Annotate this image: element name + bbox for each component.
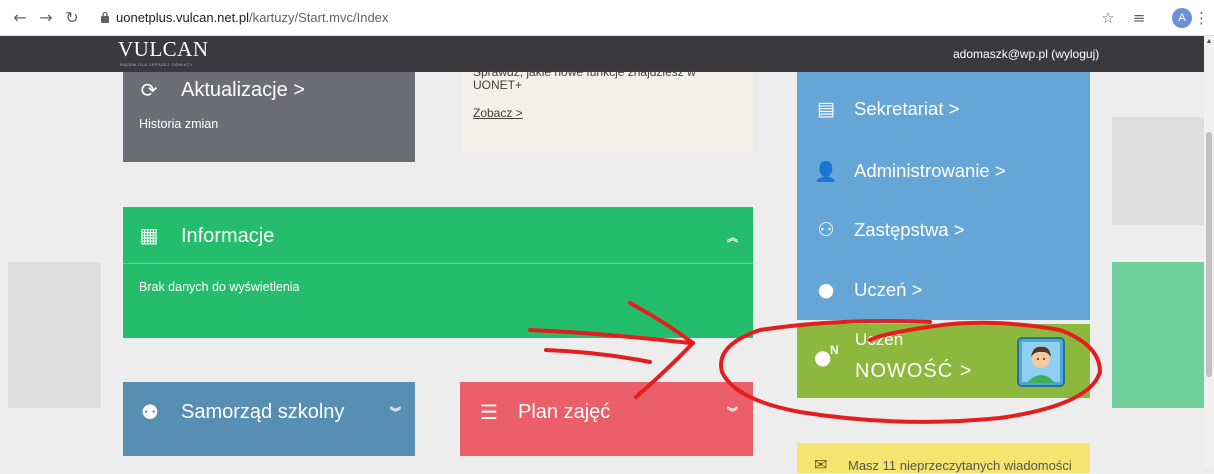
informacje-title[interactable]: Informacje (181, 224, 274, 248)
chevron-down-icon[interactable]: ︾ (727, 404, 738, 420)
profile-avatar[interactable]: A (1172, 8, 1192, 28)
divider (123, 263, 753, 264)
vulcan-logo[interactable]: VULCAN (118, 38, 209, 60)
nowosc-title-line1[interactable]: Uczeń (855, 331, 903, 349)
aktualizacje-subtitle[interactable]: Historia zmian (139, 117, 218, 131)
logo-tagline: RAZEM DLA LEPSZEJ OŚWIATY (120, 62, 193, 67)
informacje-body: Brak danych do wyświetlenia (139, 280, 300, 294)
server-icon: ▤ (817, 98, 835, 120)
user-logout-link[interactable]: adomaszk@wp.pl (wyloguj) (953, 47, 1099, 61)
new-badge: N (830, 343, 839, 357)
menu-item-uczen[interactable]: ● Uczeń > (810, 273, 1080, 307)
samorzad-title[interactable]: Samorząd szkolny (181, 400, 344, 424)
scroll-up-arrow-icon[interactable]: ▲ (1205, 38, 1213, 46)
users-icon: ⚉ (141, 400, 159, 424)
arrow-right-icon[interactable]: → (36, 8, 56, 28)
refresh-icon: ⟳ (140, 78, 158, 102)
student-avatar-illustration (1017, 337, 1065, 387)
user-icon: ● (817, 279, 835, 301)
menu-item-sekretariat[interactable]: ▤ Sekretariat > (810, 92, 1080, 126)
chevron-up-icon[interactable]: ︽ (727, 229, 738, 245)
news-text: Sprawdź, jakie nowe funkcje znajdziesz w… (473, 65, 696, 92)
news-link[interactable]: Zobacz > (473, 106, 523, 120)
menu-item-label: Administrowanie > (854, 160, 1006, 181)
kebab-menu-icon[interactable]: ⋮ (1194, 8, 1209, 28)
newspaper-icon: ▦ (139, 223, 159, 247)
menu-item-zastepstwa[interactable]: ⚇ Zastępstwa > (810, 213, 1080, 247)
scrollbar-thumb[interactable] (1206, 132, 1212, 377)
url-host: uonetplus.vulcan.net.pl (116, 10, 249, 25)
media-queue-icon[interactable]: ≡ (1129, 8, 1149, 28)
address-bar[interactable]: uonetplus.vulcan.net.pl/kartuzy/Start.mv… (116, 10, 388, 25)
side-tile-right-grey (1112, 117, 1204, 225)
plan-title[interactable]: Plan zajęć (518, 400, 610, 424)
user-list-icon: ☰ (480, 400, 498, 424)
chevron-down-icon[interactable]: ︾ (390, 404, 401, 420)
arrow-shaft-lower (544, 348, 652, 364)
lock-icon (101, 11, 109, 23)
menu-item-label: Uczeń > (854, 279, 923, 300)
side-tile-right-green (1112, 262, 1204, 408)
reload-icon[interactable]: ↻ (62, 8, 82, 28)
nowosc-title-line2[interactable]: NOWOŚĆ > (855, 360, 972, 382)
side-tile-left (8, 262, 101, 408)
arrow-left-icon[interactable]: ← (10, 8, 30, 28)
student-new-icon: ● (814, 345, 832, 369)
envelope-icon: ✉ (814, 455, 828, 474)
url-path: /kartuzy/Start.mvc/Index (248, 10, 389, 25)
aktualizacje-title[interactable]: Aktualizacje > (181, 78, 305, 102)
menu-item-label: Sekretariat > (854, 98, 960, 119)
menu-item-administrowanie[interactable]: 👤 Administrowanie > (810, 154, 1080, 188)
user-check-icon: 👤 (814, 160, 838, 183)
star-icon[interactable]: ☆ (1098, 8, 1118, 28)
menu-item-label: Zastępstwa > (854, 219, 965, 240)
group-icon: ⚇ (817, 219, 835, 241)
